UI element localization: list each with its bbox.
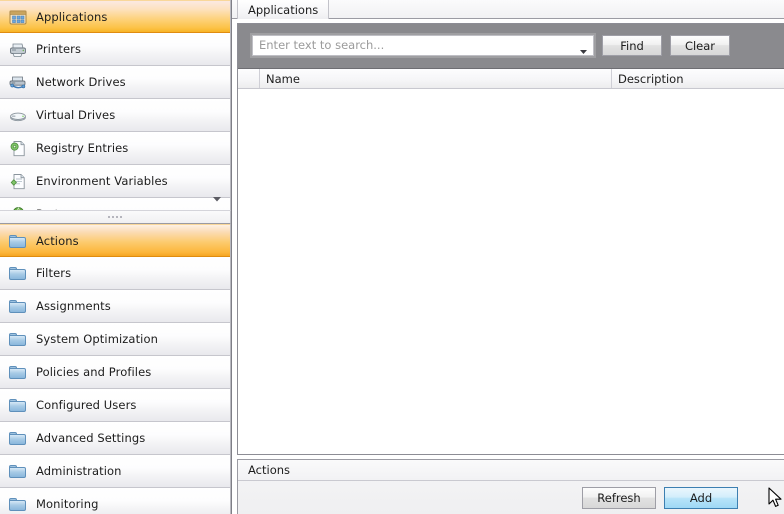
folder-icon	[8, 329, 28, 349]
add-button[interactable]: Add	[664, 487, 738, 509]
sidebar-item-configured-users[interactable]: Configured Users	[0, 389, 230, 422]
refresh-button[interactable]: Refresh	[582, 487, 656, 509]
content-area: Applications Find Clear Name	[232, 0, 784, 514]
sidebar-item-filters[interactable]: Filters	[0, 257, 230, 290]
sidebar-item-network-drives[interactable]: Network Drives	[0, 66, 230, 99]
sidebar-splitter[interactable]	[0, 210, 231, 224]
sidebar-item-registry-entries[interactable]: Registry Entries	[0, 132, 230, 165]
search-bar: Find Clear	[238, 24, 784, 69]
search-input[interactable]	[253, 37, 581, 54]
sidebar-item-label: System Optimization	[36, 332, 159, 346]
actions-panel: Actions Refresh Add	[237, 459, 784, 514]
tab-strip: Applications	[232, 0, 784, 19]
environment-variable-icon	[8, 171, 28, 191]
grid-header-description[interactable]: Description	[612, 69, 784, 88]
clear-button[interactable]: Clear	[670, 35, 730, 56]
sidebar-bottom-list[interactable]: Actions Filters Assignments System Optim…	[0, 224, 231, 514]
network-drive-icon	[8, 72, 28, 92]
folder-icon	[8, 395, 28, 415]
sidebar-item-label: Network Drives	[36, 75, 126, 89]
sidebar-top-list[interactable]: Applications Printers Network Drives Vir…	[0, 0, 231, 212]
sidebar-item-advanced-settings[interactable]: Advanced Settings	[0, 422, 230, 455]
folder-icon	[8, 263, 28, 283]
folder-icon	[8, 362, 28, 382]
sidebar-item-policies-and-profiles[interactable]: Policies and Profiles	[0, 356, 230, 389]
applications-list-panel: Find Clear Name Description	[237, 23, 784, 455]
chevron-down-icon[interactable]	[580, 44, 587, 54]
sidebar-item-assignments[interactable]: Assignments	[0, 290, 230, 323]
grid-header-row: Name Description	[238, 69, 784, 89]
splitter-grip	[108, 216, 122, 218]
actions-panel-title: Actions	[238, 460, 784, 481]
sidebar-item-label: Filters	[36, 266, 72, 280]
sidebar-item-label: Administration	[36, 464, 122, 478]
virtual-drive-icon	[8, 105, 28, 125]
folder-icon	[8, 428, 28, 448]
actions-button-row: Refresh Add	[574, 487, 738, 509]
sidebar-item-label: Configured Users	[36, 398, 137, 412]
sidebar-item-label: Registry Entries	[36, 141, 129, 155]
chevron-down-icon[interactable]	[211, 194, 223, 204]
registry-icon	[8, 138, 28, 158]
sidebar-item-label: Virtual Drives	[36, 108, 116, 122]
sidebar-item-monitoring[interactable]: Monitoring	[0, 488, 230, 514]
application-window: Applications Printers Network Drives Vir…	[0, 0, 784, 514]
sidebar-item-printers[interactable]: Printers	[0, 33, 230, 66]
sidebar-item-label: Applications	[36, 9, 108, 24]
folder-icon	[8, 231, 28, 251]
sidebar-item-label: Actions	[36, 233, 79, 248]
tab-label: Applications	[248, 2, 319, 17]
sidebar-item-label: Policies and Profiles	[36, 365, 152, 379]
sidebar: Applications Printers Network Drives Vir…	[0, 0, 232, 514]
sidebar-item-administration[interactable]: Administration	[0, 455, 230, 488]
folder-icon	[8, 296, 28, 316]
sidebar-item-system-optimization[interactable]: System Optimization	[0, 323, 230, 356]
sidebar-item-label: Advanced Settings	[36, 431, 146, 445]
grid-header-corner[interactable]	[238, 69, 260, 88]
grid-header-name[interactable]: Name	[260, 69, 612, 88]
sidebar-item-label: Assignments	[36, 299, 111, 313]
sidebar-item-label: Monitoring	[36, 497, 99, 511]
grid-body[interactable]	[238, 90, 784, 454]
folder-icon	[8, 494, 28, 514]
sidebar-item-label: Environment Variables	[36, 174, 168, 188]
sidebar-item-applications[interactable]: Applications	[0, 0, 230, 33]
tab-applications[interactable]: Applications	[237, 0, 330, 19]
sidebar-item-environment-variables[interactable]: Environment Variables	[0, 165, 230, 198]
find-button[interactable]: Find	[602, 35, 662, 56]
applications-icon	[8, 7, 28, 27]
sidebar-item-actions[interactable]: Actions	[0, 224, 230, 257]
folder-icon	[8, 461, 28, 481]
sidebar-item-virtual-drives[interactable]: Virtual Drives	[0, 99, 230, 132]
search-combobox[interactable]	[252, 35, 594, 56]
printer-icon	[8, 39, 28, 59]
sidebar-item-label: Printers	[36, 42, 82, 56]
